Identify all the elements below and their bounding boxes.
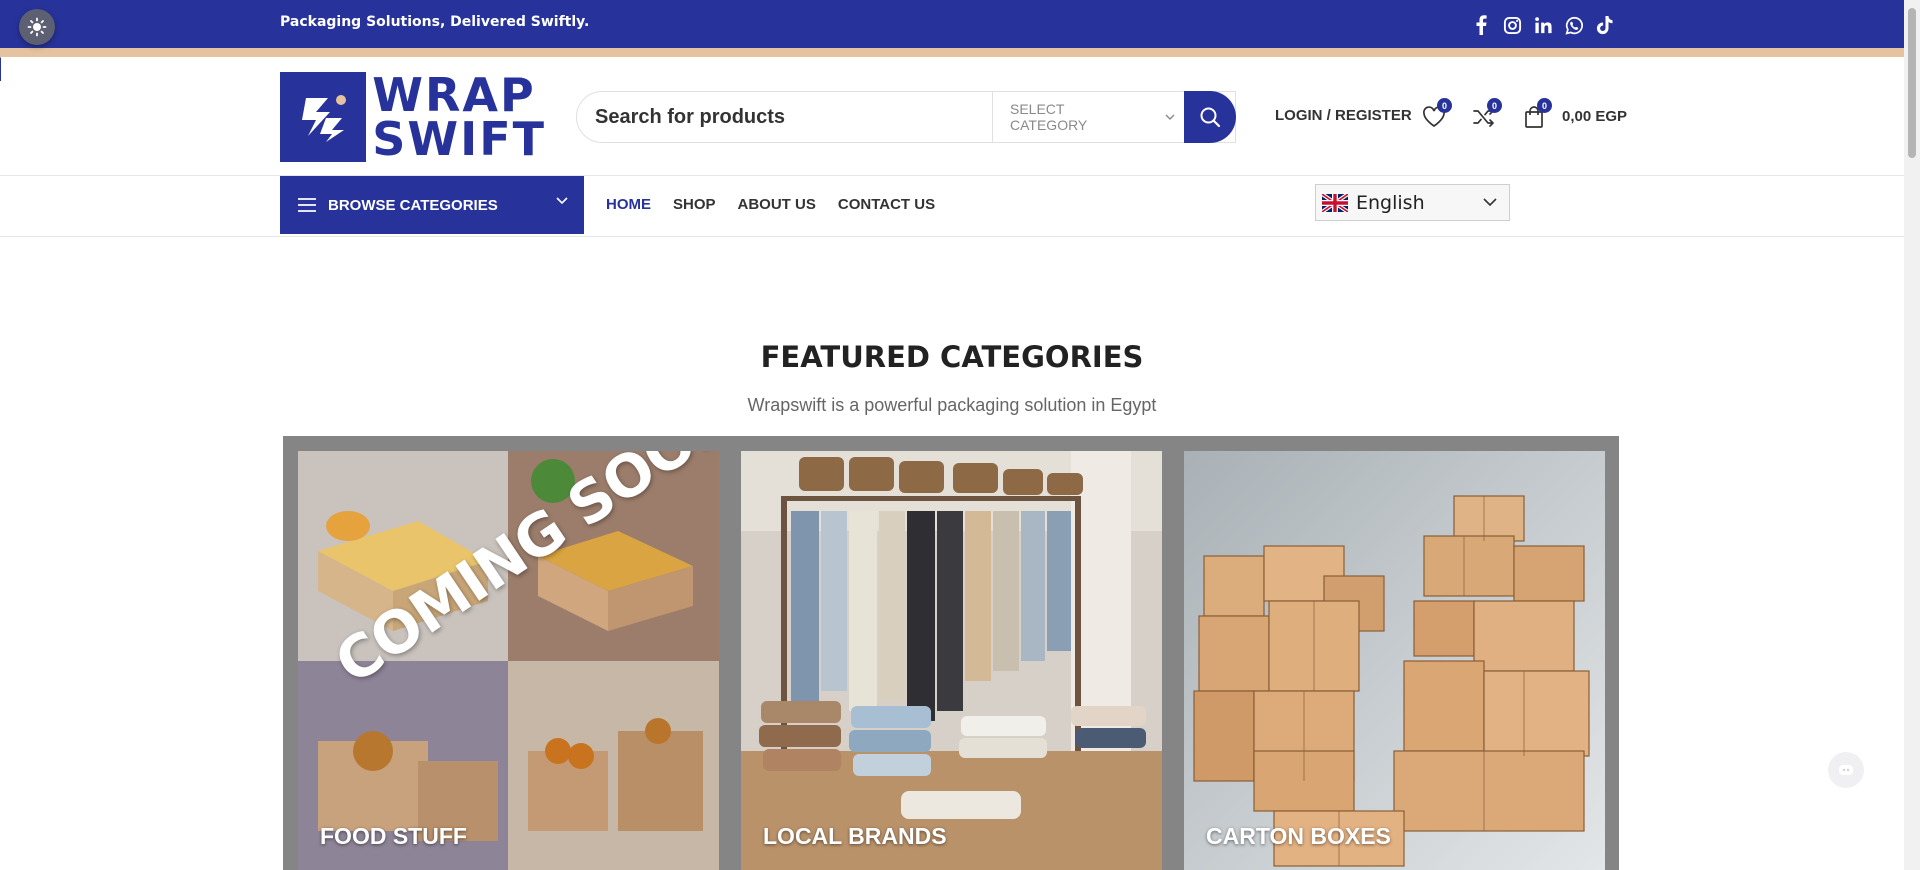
category-label: LOCAL BRANDS bbox=[763, 823, 947, 849]
login-register-link[interactable]: LOGIN / REGISTER bbox=[1275, 107, 1412, 124]
search-category-select[interactable]: SELECT CATEGORY bbox=[992, 92, 1175, 142]
category-card-food-stuff[interactable]: COMING SOON! FOOD STUFF bbox=[298, 451, 719, 870]
chevron-down-icon bbox=[1165, 114, 1175, 120]
logo-line-1: WRAP bbox=[372, 68, 536, 122]
facebook-icon[interactable] bbox=[1470, 12, 1492, 38]
social-links bbox=[1470, 12, 1616, 38]
wishlist-button[interactable]: 0 bbox=[1420, 98, 1452, 131]
cart-button[interactable]: 0 bbox=[1520, 98, 1552, 131]
cart-count-badge: 0 bbox=[1537, 98, 1552, 113]
wishlist-count-badge: 0 bbox=[1437, 98, 1452, 113]
language-select[interactable]: English bbox=[1315, 184, 1510, 221]
nav-item-about-us[interactable]: ABOUT US bbox=[738, 196, 816, 213]
theme-toggle-button[interactable] bbox=[19, 9, 55, 45]
clothing-rack-image bbox=[741, 451, 1162, 870]
main-nav: HOME SHOP ABOUT US CONTACT US bbox=[606, 196, 935, 213]
search-input[interactable] bbox=[577, 92, 992, 142]
instagram-icon[interactable] bbox=[1501, 12, 1523, 38]
uk-flag-icon bbox=[1322, 193, 1348, 212]
logo-wordmark: WRAP SWIFT bbox=[372, 72, 546, 162]
tagline: Packaging Solutions, Delivered Swiftly. bbox=[280, 14, 590, 30]
compare-count-badge: 0 bbox=[1487, 98, 1502, 113]
nav-item-contact-us[interactable]: CONTACT US bbox=[838, 196, 935, 213]
category-label: FOOD STUFF bbox=[320, 823, 467, 849]
linkedin-icon[interactable] bbox=[1532, 12, 1554, 38]
chevron-down-icon bbox=[556, 197, 568, 205]
category-grid: COMING SOON! FOOD STUFF LOCAL BRANDS CAR… bbox=[283, 436, 1619, 870]
compare-button[interactable]: 0 bbox=[1470, 98, 1502, 131]
search-icon bbox=[1200, 107, 1221, 128]
category-card-carton-boxes[interactable]: CARTON BOXES bbox=[1184, 451, 1605, 870]
search-button[interactable] bbox=[1184, 91, 1236, 143]
whatsapp-icon[interactable] bbox=[1563, 12, 1585, 38]
nav-item-shop[interactable]: SHOP bbox=[673, 196, 716, 213]
chat-widget-button[interactable] bbox=[1828, 752, 1864, 788]
tiktok-icon[interactable] bbox=[1594, 12, 1616, 38]
category-label: CARTON BOXES bbox=[1206, 823, 1391, 849]
search-bar: SELECT CATEGORY bbox=[576, 91, 1236, 143]
browse-categories-label: BROWSE CATEGORIES bbox=[328, 196, 498, 214]
top-accent-stripe bbox=[0, 48, 1904, 57]
featured-categories-subtitle: Wrapswift is a powerful packaging soluti… bbox=[747, 395, 1157, 415]
logo-mark bbox=[280, 72, 367, 162]
search-category-label: SELECT CATEGORY bbox=[1010, 101, 1088, 133]
featured-categories-title: FEATURED CATEGORIES bbox=[760, 340, 1144, 374]
hamburger-menu-icon bbox=[298, 198, 316, 212]
chat-bot-icon bbox=[1839, 765, 1853, 775]
category-card-local-brands[interactable]: LOCAL BRANDS bbox=[741, 451, 1162, 870]
logo-line-2: SWIFT bbox=[372, 112, 546, 166]
chevron-down-icon bbox=[1483, 198, 1497, 207]
browse-categories-button[interactable]: BROWSE CATEGORIES bbox=[280, 176, 584, 234]
language-label: English bbox=[1356, 191, 1425, 214]
cart-total[interactable]: 0,00 EGP bbox=[1562, 108, 1627, 125]
site-logo[interactable]: WRAP SWIFT bbox=[280, 72, 546, 162]
nav-item-home[interactable]: HOME bbox=[606, 196, 651, 213]
nav-divider bbox=[0, 236, 1904, 237]
carton-boxes-image bbox=[1184, 451, 1605, 870]
sun-icon bbox=[27, 17, 47, 37]
scrollbar-thumb[interactable] bbox=[1908, 8, 1916, 158]
